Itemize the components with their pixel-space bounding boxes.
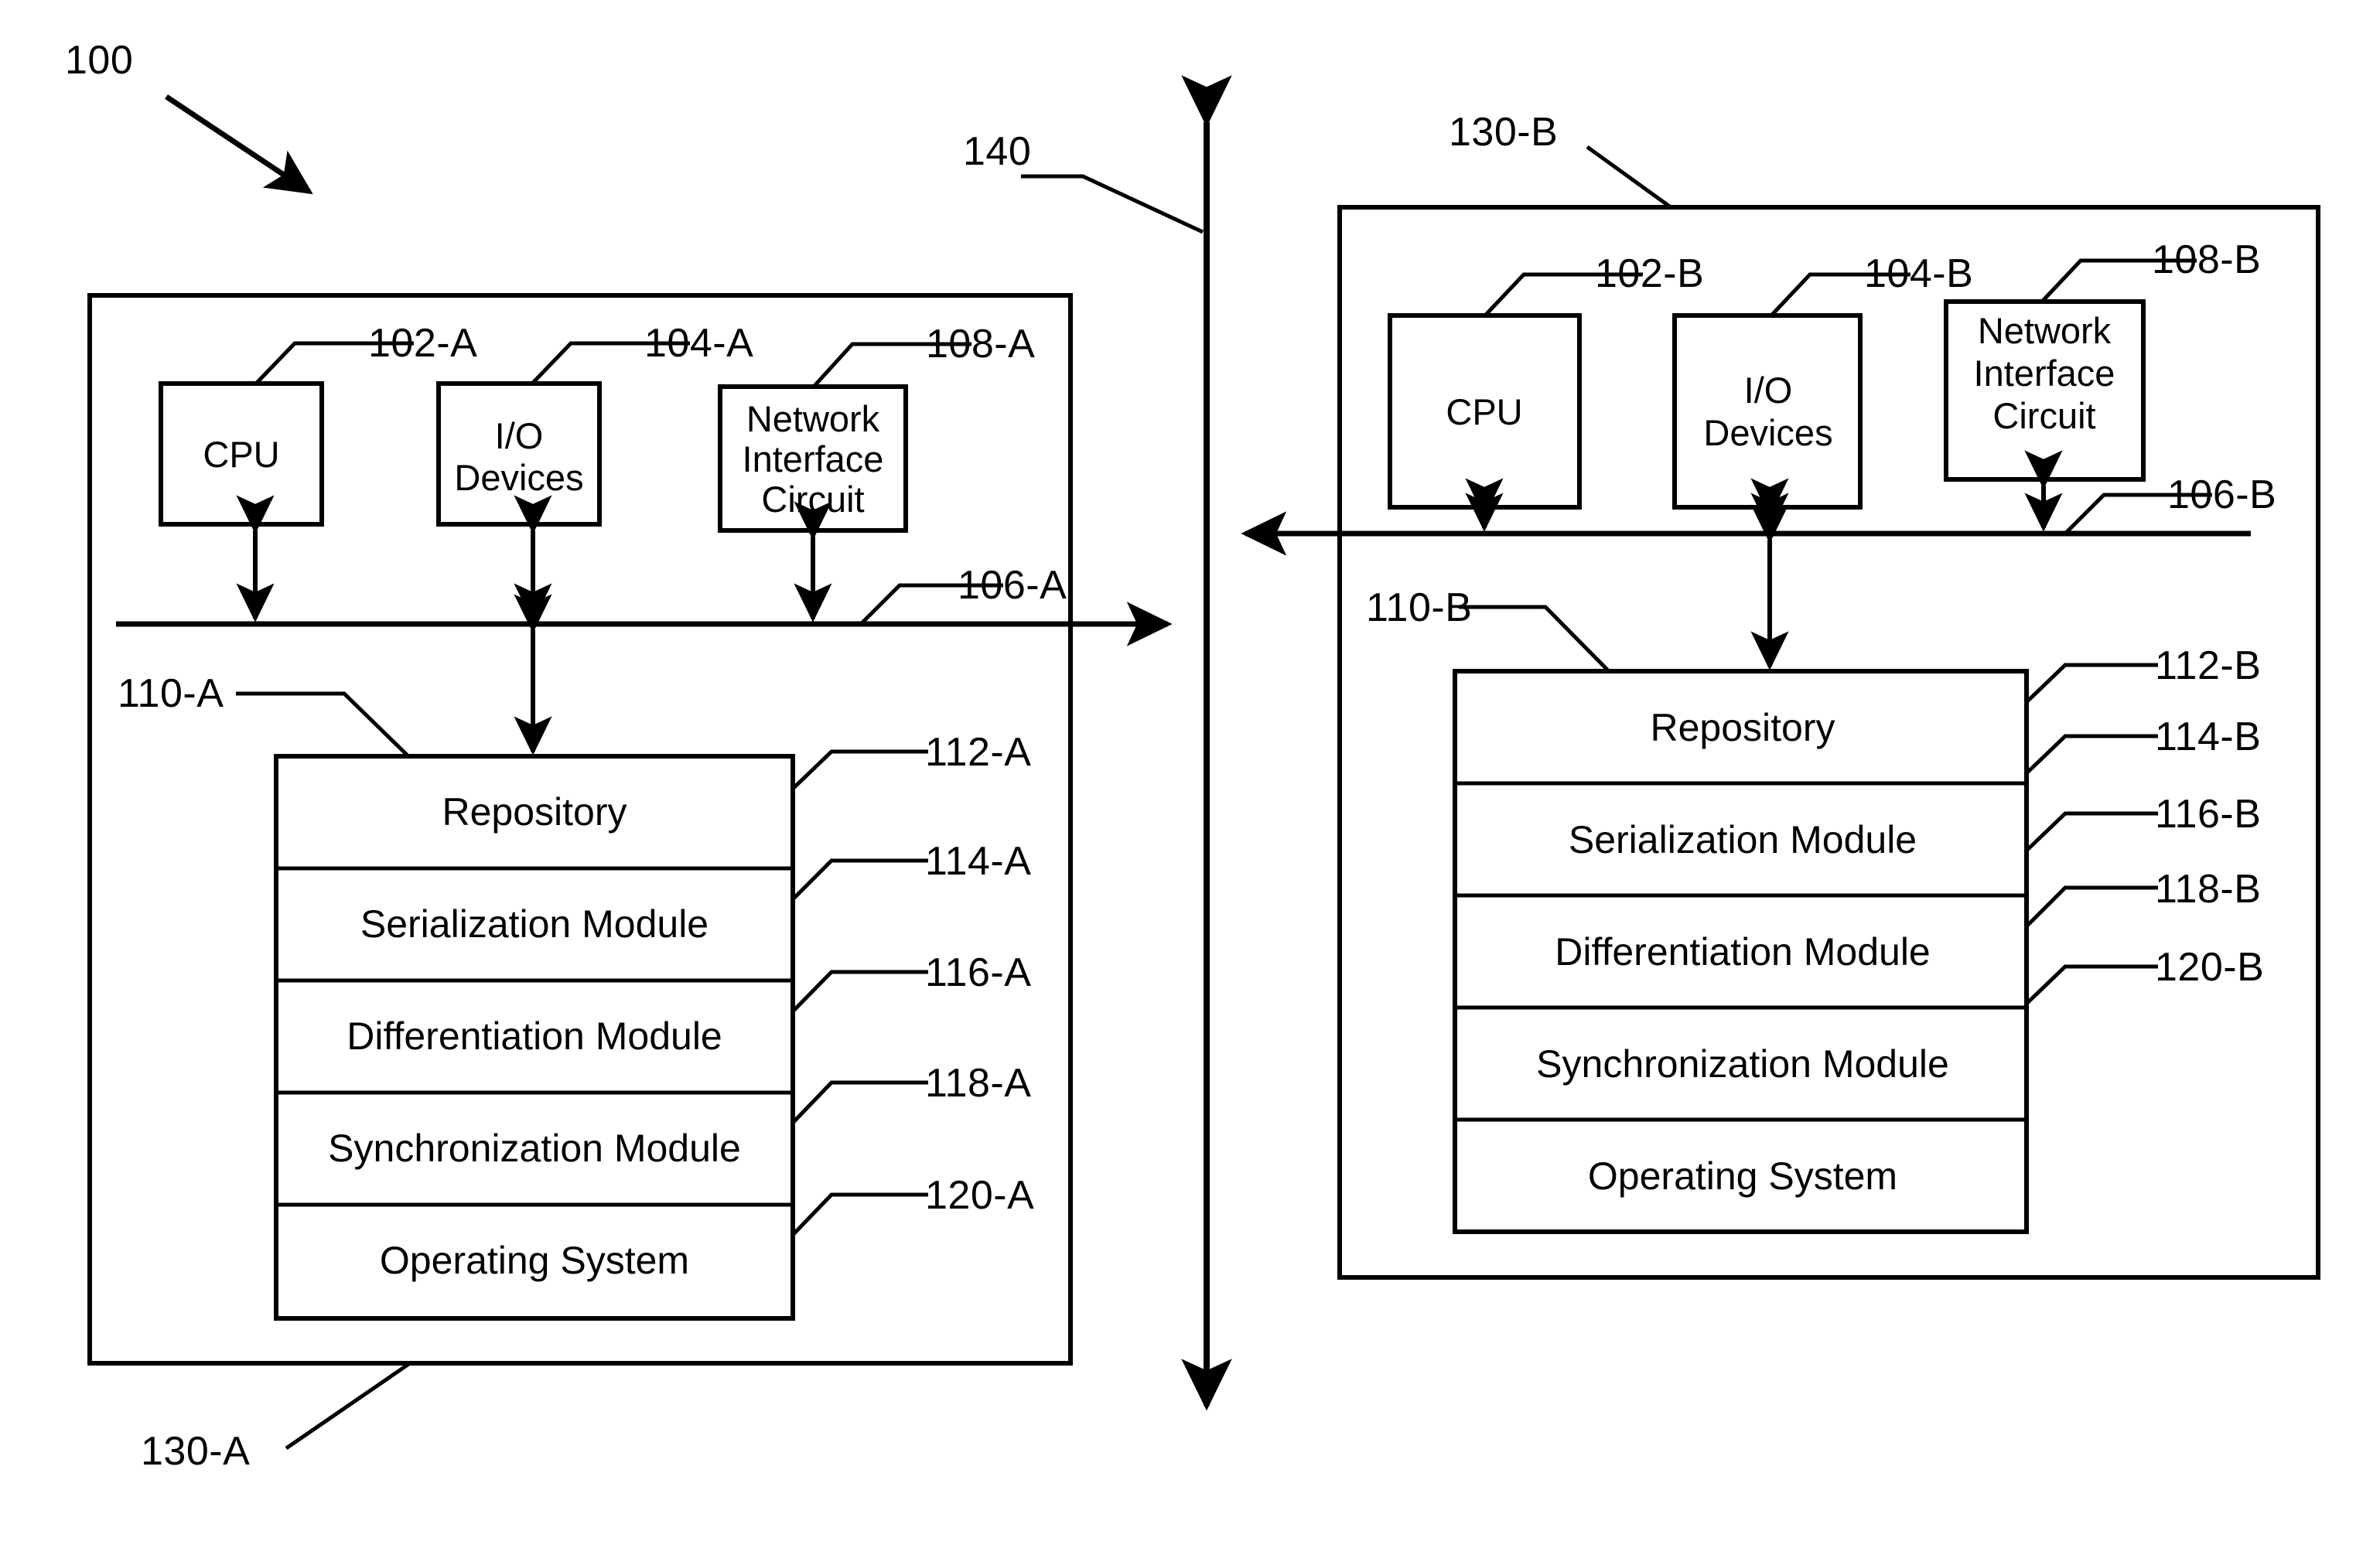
stack-row-b-serialization: Serialization Module	[1568, 818, 1917, 861]
io-label-a-line1: I/O	[494, 415, 544, 457]
ref-118-b: 118-B	[2155, 867, 2262, 912]
ref-102-a: 102-A	[368, 321, 478, 366]
leader-118-b	[2025, 885, 2158, 928]
stack-row-a-serialization: Serialization Module	[360, 902, 709, 946]
nic-label-b-line1: Network	[1977, 310, 2112, 352]
ref-112-a: 112-A	[925, 730, 1032, 775]
ref-116-b: 116-B	[2155, 792, 2262, 837]
ref-130-b: 130-B	[1449, 110, 1559, 155]
leader-130-a	[285, 1361, 411, 1451]
stack-row-b-repository: Repository	[1650, 706, 1835, 749]
ref-114-b: 114-B	[2155, 714, 2262, 759]
leader-116-b	[2025, 811, 2158, 852]
nic-label-b-line3: Circuit	[1992, 395, 2096, 437]
leader-118-a	[791, 1080, 928, 1124]
leader-130-b	[1586, 145, 1672, 210]
nic-label-a-line3: Circuit	[761, 479, 865, 520]
ref-106-a: 106-A	[958, 563, 1067, 608]
pointer-100	[165, 94, 313, 195]
io-label-a-line2: Devices	[454, 457, 584, 499]
cpu-label-b: CPU	[1446, 391, 1523, 433]
diagram-artwork	[87, 75, 2320, 1451]
ref-120-a: 120-A	[925, 1173, 1035, 1218]
network-ref-140: 140	[963, 129, 1032, 174]
ref-110-b: 110-B	[1366, 585, 1473, 630]
leader-114-b	[2025, 734, 2158, 775]
ref-108-a: 108-A	[926, 322, 1036, 367]
ref-120-b: 120-B	[2155, 945, 2265, 990]
io-box-b	[1672, 313, 1863, 510]
nic-label-a-line1: Network	[746, 398, 880, 440]
ref-104-b: 104-B	[1864, 251, 1974, 296]
leader-116-a	[791, 970, 928, 1013]
nic-label-a-line2: Interface	[742, 438, 884, 480]
ref-102-b: 102-B	[1595, 251, 1705, 296]
leader-112-b	[2025, 663, 2158, 704]
stack-row-a-operating-system: Operating System	[379, 1239, 690, 1282]
leader-114-a	[791, 858, 928, 901]
io-label-b-line2: Devices	[1703, 412, 1833, 454]
ref-104-a: 104-A	[644, 321, 754, 366]
figure-ref-100: 100	[65, 38, 134, 83]
ref-112-b: 112-B	[2155, 643, 2262, 688]
ref-116-a: 116-A	[925, 950, 1032, 995]
figure-canvas: 100 140 CPU I/O Devices Network Interfac…	[0, 0, 2380, 1555]
stack-row-b-operating-system: Operating System	[1587, 1154, 1898, 1198]
leader-140	[1021, 174, 1204, 234]
cpu-label-a: CPU	[203, 434, 280, 476]
stack-row-a-repository: Repository	[442, 790, 627, 834]
leader-110-a	[236, 691, 410, 758]
leader-110-b	[1459, 605, 1610, 673]
leader-120-b	[2025, 964, 2158, 1005]
ref-130-a: 130-A	[141, 1429, 251, 1474]
stack-row-b-differentiation: Differentiation Module	[1555, 930, 1931, 974]
ref-110-a: 110-A	[118, 671, 224, 716]
io-label-b-line1: I/O	[1743, 370, 1793, 411]
stack-row-b-synchronization: Synchronization Module	[1536, 1042, 1949, 1086]
ref-106-b: 106-B	[2167, 472, 2277, 517]
ref-118-a: 118-A	[925, 1061, 1032, 1106]
leader-112-a	[791, 749, 928, 790]
stack-row-a-differentiation: Differentiation Module	[347, 1015, 722, 1058]
ref-114-a: 114-A	[925, 839, 1032, 884]
stack-row-a-synchronization: Synchronization Module	[328, 1127, 741, 1170]
ref-108-b: 108-B	[2152, 237, 2262, 282]
leader-120-a	[791, 1192, 928, 1236]
nic-label-b-line2: Interface	[1973, 353, 2115, 394]
